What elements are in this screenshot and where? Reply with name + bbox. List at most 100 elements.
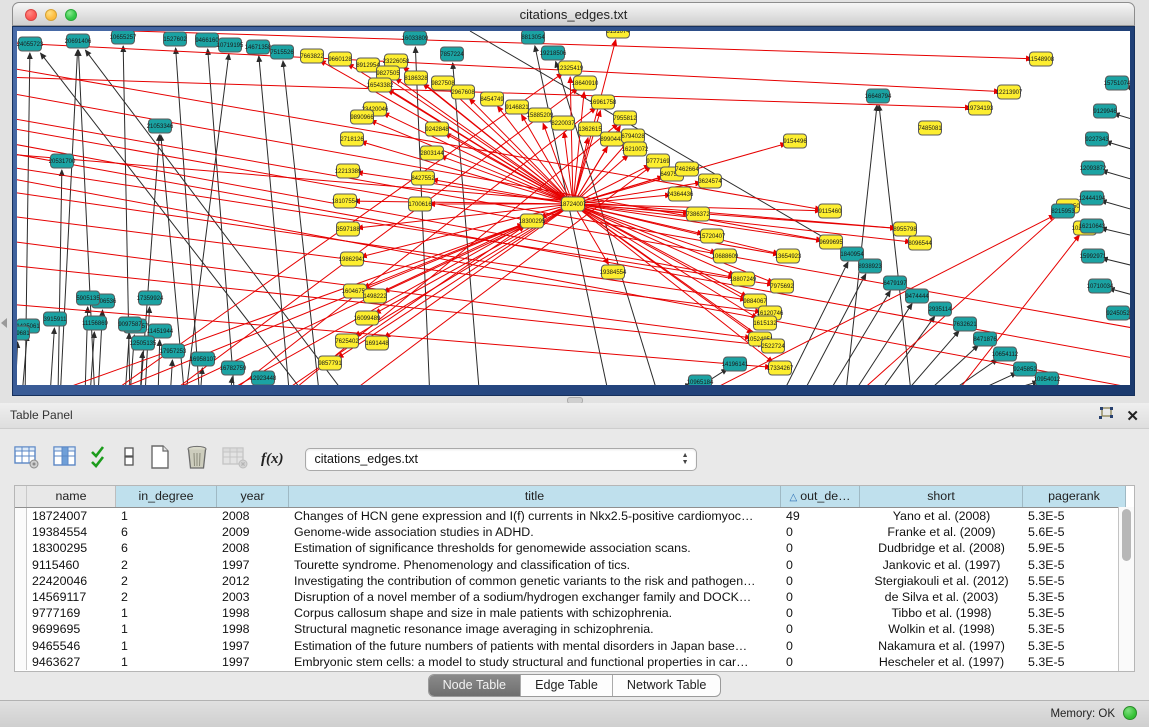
cell-pagerank[interactable]: 5.3E-5 [1023,508,1126,524]
cell-year[interactable]: 1997 [217,557,289,573]
cell-short[interactable]: Tibbo et al. (1998) [860,605,1023,621]
cell-name[interactable]: 9463627 [27,654,116,670]
cell-name[interactable]: 19384554 [27,524,116,540]
cell-title[interactable]: Embryonic stem cells: a model to study s… [289,654,781,670]
column-header-in_degree[interactable]: in_degree [116,486,217,507]
cell-name[interactable]: 14569117 [27,589,116,605]
close-icon[interactable]: ✕ [1126,409,1139,425]
table-mode-icon[interactable] [14,445,40,474]
cell-in_degree[interactable]: 1 [116,638,217,654]
cell-out_de[interactable]: 0 [781,605,860,621]
split-pane-divider[interactable] [0,396,1149,403]
cell-out_de[interactable]: 0 [781,621,860,637]
cell-pagerank[interactable]: 5.9E-5 [1023,540,1126,556]
column-header-year[interactable]: year [217,486,289,507]
cell-short[interactable]: Franke et al. (2009) [860,524,1023,540]
table-row[interactable]: 1830029562008Estimation of significance … [15,540,1134,556]
cell-year[interactable]: 1997 [217,654,289,670]
cell-out_de[interactable]: 0 [781,573,860,589]
cell-name[interactable]: 9777169 [27,605,116,621]
cell-name[interactable]: 18300295 [27,540,116,556]
cell-year[interactable]: 1998 [217,605,289,621]
cell-short[interactable]: de Silva et al. (2003) [860,589,1023,605]
column-header-short[interactable]: short [860,486,1023,507]
cell-name[interactable]: 9465546 [27,638,116,654]
cell-title[interactable]: Estimation of the future numbers of pati… [289,638,781,654]
cell-name[interactable]: 18724007 [27,508,116,524]
tab-network-table[interactable]: Network Table [613,675,721,696]
table-row[interactable]: 969969511998Structural magnetic resonanc… [15,621,1134,637]
cell-short[interactable]: Wolkin et al. (1998) [860,621,1023,637]
cell-title[interactable]: Genome-wide association studies in ADHD. [289,524,781,540]
cell-out_de[interactable]: 0 [781,654,860,670]
table-row[interactable]: 977716911998Corpus callosum shape and si… [15,605,1134,621]
cell-pagerank[interactable]: 5.3E-5 [1023,557,1126,573]
cell-out_de[interactable]: 0 [781,557,860,573]
table-row[interactable]: 1456911722003Disruption of a novel membe… [15,589,1134,605]
float-icon[interactable] [1098,407,1114,426]
cell-name[interactable]: 22420046 [27,573,116,589]
cell-in_degree[interactable]: 1 [116,654,217,670]
cell-in_degree[interactable]: 6 [116,524,217,540]
cell-pagerank[interactable]: 5.3E-5 [1023,589,1126,605]
cell-title[interactable]: Changes of HCN gene expression and I(f) … [289,508,781,524]
table-selector-dropdown[interactable]: citations_edges.txt ▲▼ [305,448,697,471]
memory-ok-indicator[interactable] [1123,706,1137,720]
table-row[interactable]: 946362711997Embryonic stem cells: a mode… [15,654,1134,670]
delete-table-icon[interactable] [222,445,248,474]
cell-in_degree[interactable]: 1 [116,605,217,621]
cell-pagerank[interactable]: 5.6E-5 [1023,524,1126,540]
column-header-name[interactable]: name [27,486,116,507]
cell-short[interactable]: Hescheler et al. (1997) [860,654,1023,670]
cell-out_de[interactable]: 0 [781,524,860,540]
cell-pagerank[interactable]: 5.3E-5 [1023,654,1126,670]
table-row[interactable]: 911546021997Tourette syndrome. Phenomeno… [15,557,1134,573]
new-table-icon[interactable] [148,444,172,475]
cell-year[interactable]: 1997 [217,638,289,654]
cell-title[interactable]: Corpus callosum shape and size in male p… [289,605,781,621]
table-row[interactable]: 1872400712008Changes of HCN gene express… [15,508,1134,524]
cell-year[interactable]: 2012 [217,573,289,589]
function-builder-icon[interactable]: f(x) [261,450,284,468]
cell-out_de[interactable]: 0 [781,589,860,605]
delete-column-icon[interactable] [185,444,209,475]
cell-pagerank[interactable]: 5.3E-5 [1023,638,1126,654]
scrollbar-thumb[interactable] [1122,509,1131,561]
tab-node-table[interactable]: Node Table [429,675,522,696]
cell-title[interactable]: Estimation of significance thresholds fo… [289,540,781,556]
cell-title[interactable]: Disruption of a novel member of a sodium… [289,589,781,605]
select-all-icon[interactable] [90,445,110,474]
cell-year[interactable]: 1998 [217,621,289,637]
show-columns-icon[interactable] [53,445,77,474]
tab-edge-table[interactable]: Edge Table [521,675,613,696]
cell-short[interactable]: Jankovic et al. (1997) [860,557,1023,573]
table-row[interactable]: 2242004622012Investigating the contribut… [15,573,1134,589]
cell-out_de[interactable]: 0 [781,540,860,556]
cell-year[interactable]: 2008 [217,540,289,556]
cell-year[interactable]: 2009 [217,524,289,540]
window-titlebar[interactable]: citations_edges.txt [12,2,1135,26]
column-header-out_de[interactable]: △out_de… [781,486,860,507]
cell-name[interactable]: 9115460 [27,557,116,573]
cell-in_degree[interactable]: 1 [116,508,217,524]
cell-title[interactable]: Tourette syndrome. Phenomenology and cla… [289,557,781,573]
cell-year[interactable]: 2003 [217,589,289,605]
cell-title[interactable]: Structural magnetic resonance image aver… [289,621,781,637]
cell-out_de[interactable]: 49 [781,508,860,524]
panel-format-icon[interactable] [123,445,135,474]
cell-short[interactable]: Yano et al. (2008) [860,508,1023,524]
column-header-pagerank[interactable]: pagerank [1023,486,1126,507]
cell-out_de[interactable]: 0 [781,638,860,654]
cell-short[interactable]: Dudbridge et al. (2008) [860,540,1023,556]
cell-in_degree[interactable]: 2 [116,589,217,605]
vertical-scrollbar[interactable] [1118,507,1134,671]
cell-title[interactable]: Investigating the contribution of common… [289,573,781,589]
cell-in_degree[interactable]: 6 [116,540,217,556]
cell-pagerank[interactable]: 5.3E-5 [1023,605,1126,621]
cell-year[interactable]: 2008 [217,508,289,524]
cell-in_degree[interactable]: 2 [116,573,217,589]
network-canvas[interactable]: 1872400718300295766382296601288912954232… [17,31,1130,385]
collapse-arrow-icon[interactable] [1,318,7,328]
cell-name[interactable]: 9699695 [27,621,116,637]
cell-short[interactable]: Stergiakouli et al. (2012) [860,573,1023,589]
